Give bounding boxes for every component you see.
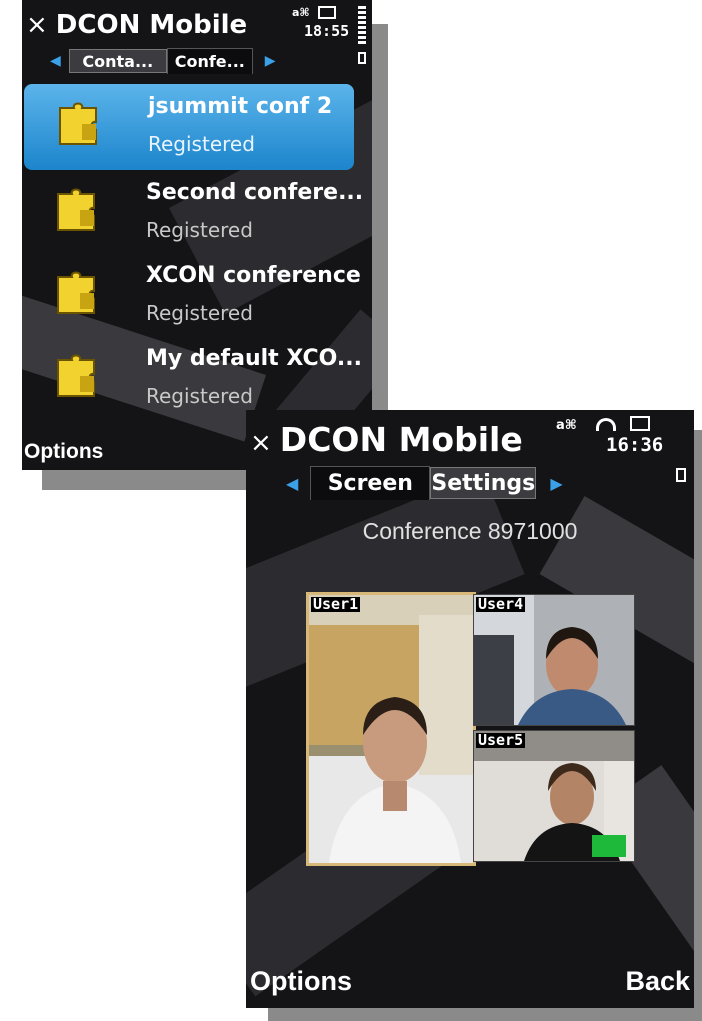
list-item[interactable]: Second confere... Registered [22,170,372,250]
list-item[interactable]: My default XCO... Registered [22,336,372,416]
clock: 18:55 [304,22,350,40]
lock-icon [676,468,686,482]
app-title: × DCON Mobile [250,420,523,459]
puzzle-piece-icon [59,102,97,145]
battery-icon [630,416,650,431]
options-softkey[interactable]: Options [24,440,103,464]
list-item[interactable]: jsummit conf 2 Registered [24,84,354,170]
tab-screen[interactable]: Screen [310,466,431,500]
clock: 16:36 [606,434,664,456]
conference-status: Registered [146,384,253,408]
puzzle-piece-icon [57,188,95,231]
conference-status: Registered [146,301,253,325]
tab-left-arrow-icon[interactable]: ◀ [286,474,298,493]
headset-icon [596,418,616,431]
signal-icon: a⌘ [556,418,577,433]
options-softkey[interactable]: Options [250,966,352,997]
conference-name: Second confere... [146,180,364,205]
app-title: × DCON Mobile [26,10,248,40]
puzzle-piece-icon [57,271,95,314]
signal-icon: a⌘ [292,6,310,19]
participant-video [474,595,634,725]
conference-label: Conference 8971000 [362,518,578,544]
participant-video [474,731,634,861]
conference-name: My default XCO... [146,346,362,371]
conference-name: XCON conference [146,263,361,288]
participant-label: User4 [476,595,526,613]
signal-strength-icon [358,6,366,46]
tab-bar: ◀ Conta... Confe... ▶ [50,48,276,74]
conference-name: jsummit conf 2 [148,94,333,119]
battery-icon [318,6,336,19]
conference-status: Registered [148,132,255,156]
participant-video [309,615,473,863]
screen1-phone: × DCON Mobile a⌘ 18:55 ◀ Conta... Confe..… [22,0,372,470]
participant-label: User1 [311,595,361,613]
tab-settings[interactable]: Settings [430,467,537,499]
tab-right-arrow-icon[interactable]: ▶ [265,53,276,69]
puzzle-piece-icon [57,354,95,397]
participant-label: User5 [476,731,526,749]
tab-conferences[interactable]: Confe... [166,48,253,74]
tab-right-arrow-icon[interactable]: ▶ [550,474,562,493]
tab-contacts[interactable]: Conta... [68,49,167,73]
lock-icon [358,52,366,64]
close-icon[interactable]: × [26,10,48,40]
video-tile-user5[interactable]: User5 [473,730,635,862]
list-item[interactable]: XCON conference Registered [22,253,372,333]
screen2-phone: × DCON Mobile a⌘ 16:36 ◀ Screen Settings … [246,410,694,1008]
tab-left-arrow-icon[interactable]: ◀ [50,53,61,69]
video-tile-user4[interactable]: User4 [473,594,635,726]
video-tile-user1[interactable]: User1 [306,592,476,866]
conference-status: Registered [146,218,253,242]
back-softkey[interactable]: Back [625,966,690,997]
tab-bar: ◀ Screen Settings ▶ [286,466,563,500]
close-icon[interactable]: × [250,428,272,458]
